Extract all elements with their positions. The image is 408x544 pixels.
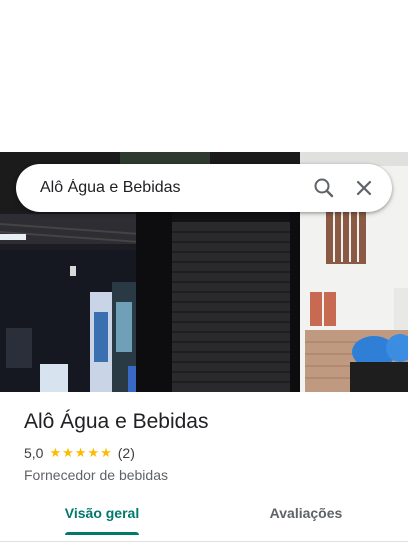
close-icon[interactable] (344, 168, 384, 208)
map-blank-area (0, 0, 408, 152)
tab-reviews-label: Avaliações (269, 505, 343, 521)
search-bar[interactable]: Alô Água e Bebidas (16, 164, 392, 212)
star-icon: ★ (49, 445, 62, 460)
tab-overview[interactable]: Visão geral (0, 494, 204, 541)
place-category: Fornecedor de bebidas (24, 467, 168, 483)
star-icon: ★ (74, 445, 87, 460)
tab-reviews[interactable]: Avaliações (204, 494, 408, 541)
tab-overview-label: Visão geral (64, 505, 140, 521)
rating-value: 5,0 (24, 445, 44, 461)
search-query[interactable]: Alô Água e Bebidas (40, 179, 304, 197)
rating-stars: ★ ★ ★ ★ ★ (49, 446, 111, 460)
review-count[interactable]: (2) (118, 445, 135, 461)
star-icon: ★ (62, 445, 74, 460)
active-tab-indicator (65, 532, 139, 535)
place-info: Alô Água e Bebidas 5,0 ★ ★ ★ ★ ★ (2) For… (24, 408, 394, 484)
star-icon: ★ (87, 445, 100, 460)
rating-row[interactable]: 5,0 ★ ★ ★ ★ ★ (2) (24, 444, 394, 462)
place-title: Alô Água e Bebidas (24, 410, 209, 433)
search-icon[interactable] (304, 168, 344, 208)
star-icon: ★ (100, 445, 112, 460)
place-tabs: Visão geral Avaliações (0, 494, 408, 542)
